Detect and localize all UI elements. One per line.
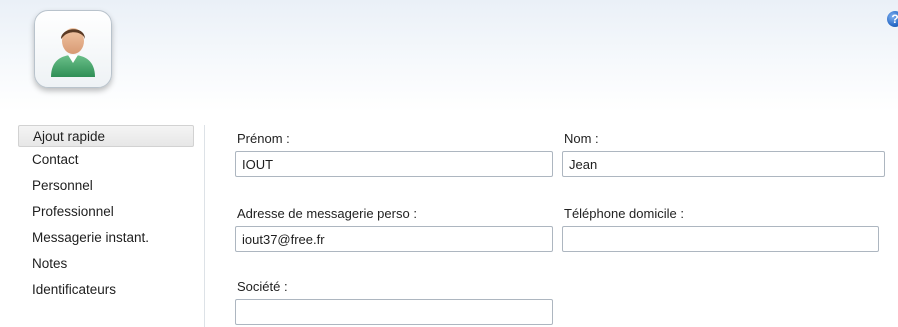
sidebar-nav: Ajout rapide Contact Personnel Professio… [18, 125, 205, 327]
last-name-label: Nom : [564, 131, 599, 146]
header-band [0, 0, 898, 112]
home-phone-field[interactable] [562, 226, 879, 252]
sidebar-item-notes[interactable]: Notes [18, 251, 194, 277]
sidebar-item-messagerie-instant[interactable]: Messagerie instant. [18, 225, 194, 251]
company-label: Société : [237, 279, 288, 294]
contact-avatar[interactable] [34, 10, 112, 88]
personal-email-label: Adresse de messagerie perso : [237, 206, 417, 221]
sidebar-item-professionnel[interactable]: Professionnel [18, 199, 194, 225]
last-name-field[interactable] [562, 151, 885, 177]
sidebar-item-ajout-rapide[interactable]: Ajout rapide [18, 125, 194, 147]
first-name-label: Prénom : [237, 131, 290, 146]
sidebar-item-personnel[interactable]: Personnel [18, 173, 194, 199]
person-icon [51, 28, 95, 77]
sidebar-item-identificateurs[interactable]: Identificateurs [18, 277, 194, 303]
help-icon[interactable]: ? [887, 11, 898, 27]
first-name-field[interactable] [235, 151, 553, 177]
sidebar-item-contact[interactable]: Contact [18, 147, 194, 173]
company-field[interactable] [235, 299, 553, 325]
home-phone-label: Téléphone domicile : [564, 206, 684, 221]
personal-email-field[interactable] [235, 226, 553, 252]
